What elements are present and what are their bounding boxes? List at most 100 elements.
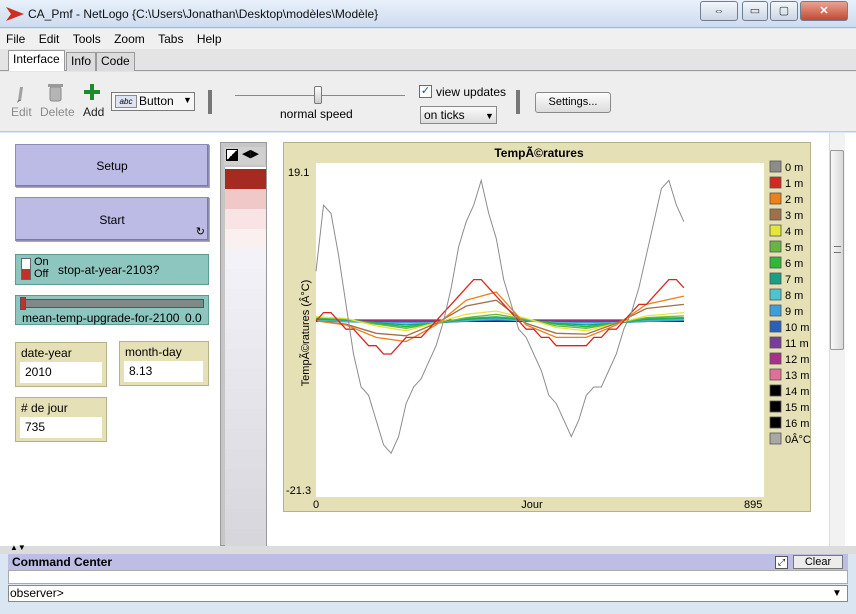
legend-swatch bbox=[769, 272, 782, 285]
monitor-month-day: month-day 8.13 bbox=[119, 341, 209, 386]
world-view-header: ◀▶ bbox=[224, 147, 265, 165]
switch-track[interactable] bbox=[21, 258, 31, 280]
plot-canvas: TempÃ©ratures 19.1 -21.30 895 Jour TempÃ©ratu… bbox=[286, 145, 811, 511]
patch-cell bbox=[225, 409, 266, 429]
setup-button[interactable]: Setup bbox=[15, 144, 209, 187]
close-icon[interactable]: ✕ bbox=[800, 1, 848, 21]
menu-bar: File Edit Tools Zoom Tabs Help bbox=[0, 29, 856, 49]
patch-cell bbox=[225, 269, 266, 289]
patch-cell bbox=[225, 229, 266, 249]
menu-file[interactable]: File bbox=[2, 29, 29, 49]
monitor-value: 735 bbox=[20, 417, 102, 438]
start-button-label: Start bbox=[99, 213, 125, 227]
legend-label: 16 m bbox=[785, 418, 809, 430]
patch-cell bbox=[225, 509, 266, 529]
view-updates-label: view updates bbox=[436, 85, 507, 99]
patch-cell bbox=[225, 169, 266, 189]
delete-label[interactable]: Delete bbox=[40, 105, 75, 119]
command-input[interactable] bbox=[8, 585, 848, 602]
observer-prompt[interactable]: observer> bbox=[10, 586, 64, 600]
legend-swatch bbox=[769, 160, 782, 173]
view-arrows-icon[interactable]: ◀▶ bbox=[242, 147, 259, 160]
delete-trash-icon[interactable] bbox=[48, 83, 64, 102]
tab-code[interactable]: Code bbox=[96, 52, 135, 71]
slider-track[interactable] bbox=[20, 299, 204, 308]
patch-cell bbox=[225, 309, 266, 329]
command-center-header bbox=[8, 554, 848, 570]
add-plus-icon[interactable] bbox=[84, 84, 100, 100]
legend-swatch bbox=[769, 400, 782, 413]
chevron-down-icon: ▼ bbox=[183, 95, 192, 105]
restore-window-icon[interactable]: ⇔ bbox=[700, 1, 738, 21]
tab-info[interactable]: Info bbox=[66, 52, 97, 71]
history-dropdown-icon[interactable]: ▼ bbox=[828, 586, 846, 601]
minimize-icon[interactable]: ▭ bbox=[742, 1, 768, 21]
menu-zoom[interactable]: Zoom bbox=[110, 29, 149, 49]
patch-cell bbox=[225, 489, 266, 509]
patch-cell bbox=[225, 249, 266, 269]
menu-tabs[interactable]: Tabs bbox=[154, 29, 187, 49]
legend-swatch bbox=[769, 192, 782, 205]
patch-cell bbox=[225, 189, 266, 209]
edit-label[interactable]: Edit bbox=[11, 105, 32, 119]
clear-button[interactable]: Clear bbox=[793, 555, 843, 569]
legend-swatch bbox=[769, 336, 782, 349]
splitter-bar[interactable]: ▲▼ bbox=[0, 543, 856, 554]
view-3d-icon[interactable] bbox=[226, 149, 238, 161]
legend-swatch bbox=[769, 416, 782, 429]
update-mode-value: on ticks bbox=[424, 108, 465, 122]
window-title: CA_Pmf - NetLogo {C:\Users\Jonathan\Desk… bbox=[28, 7, 379, 21]
maximize-icon[interactable]: ▢ bbox=[770, 1, 798, 21]
monitor-label: month-day bbox=[125, 345, 182, 359]
patch-column bbox=[225, 167, 266, 569]
patch-cell bbox=[225, 349, 266, 369]
legend-label: 15 m bbox=[785, 402, 809, 414]
menu-edit[interactable]: Edit bbox=[35, 29, 64, 49]
patch-cell bbox=[225, 469, 266, 489]
switch-off-label: Off bbox=[34, 268, 49, 280]
legend-swatch bbox=[769, 208, 782, 221]
legend-swatch bbox=[769, 384, 782, 397]
legend-swatch bbox=[769, 288, 782, 301]
menu-tools[interactable]: Tools bbox=[69, 29, 105, 49]
command-center-title: Command Center bbox=[12, 555, 113, 569]
stop-at-year-switch[interactable]: On Off stop-at-year-2103? bbox=[15, 254, 209, 285]
legend-label: 1 m bbox=[785, 178, 803, 190]
collapse-arrows-icon[interactable]: ▲▼ bbox=[10, 543, 26, 552]
patch-cell bbox=[225, 389, 266, 409]
speed-slider-thumb[interactable] bbox=[314, 86, 322, 104]
legend-label: 6 m bbox=[785, 258, 803, 270]
widget-type-dropdown[interactable]: abc Button ▼ bbox=[111, 92, 195, 111]
grip-icon bbox=[834, 246, 841, 253]
legend-label: 11 m bbox=[785, 338, 809, 350]
settings-button[interactable]: Settings... bbox=[535, 92, 611, 113]
legend-label: 7 m bbox=[785, 274, 803, 286]
start-button[interactable]: Start ↻ bbox=[15, 197, 209, 241]
menu-help[interactable]: Help bbox=[193, 29, 226, 49]
scrollbar-thumb[interactable] bbox=[830, 150, 844, 350]
command-output[interactable] bbox=[8, 570, 848, 584]
expand-icon[interactable]: ⤢ bbox=[775, 556, 788, 569]
patch-cell bbox=[225, 369, 266, 389]
legend-label: 2 m bbox=[785, 194, 803, 206]
monitor-value: 8.13 bbox=[124, 361, 203, 382]
switch-knob[interactable] bbox=[22, 269, 30, 279]
legend-label: 0Â°C bbox=[785, 433, 811, 446]
legend-label: 10 m bbox=[785, 322, 809, 334]
y-max-label: 19.1 bbox=[288, 167, 309, 179]
y-axis-label: TempÃ©ratures (Â°C) bbox=[299, 280, 312, 387]
legend-label: 12 m bbox=[785, 354, 809, 366]
slider-label: mean-temp-upgrade-for-2100 bbox=[22, 311, 180, 325]
update-mode-dropdown[interactable]: on ticks ▼ bbox=[420, 106, 497, 124]
legend-swatch bbox=[769, 432, 782, 445]
mean-temp-slider[interactable]: mean-temp-upgrade-for-2100 0.0 bbox=[15, 295, 209, 325]
netlogo-logo-icon bbox=[6, 7, 24, 21]
patch-cell bbox=[225, 209, 266, 229]
edit-pencil-icon[interactable] bbox=[14, 83, 28, 103]
patch-cell bbox=[225, 329, 266, 349]
view-updates-checkbox[interactable]: ✓ bbox=[419, 85, 432, 98]
slider-handle[interactable] bbox=[20, 297, 26, 310]
tab-interface[interactable]: Interface bbox=[8, 50, 65, 71]
add-label[interactable]: Add bbox=[83, 105, 104, 119]
monitor-label: # de jour bbox=[21, 401, 68, 415]
